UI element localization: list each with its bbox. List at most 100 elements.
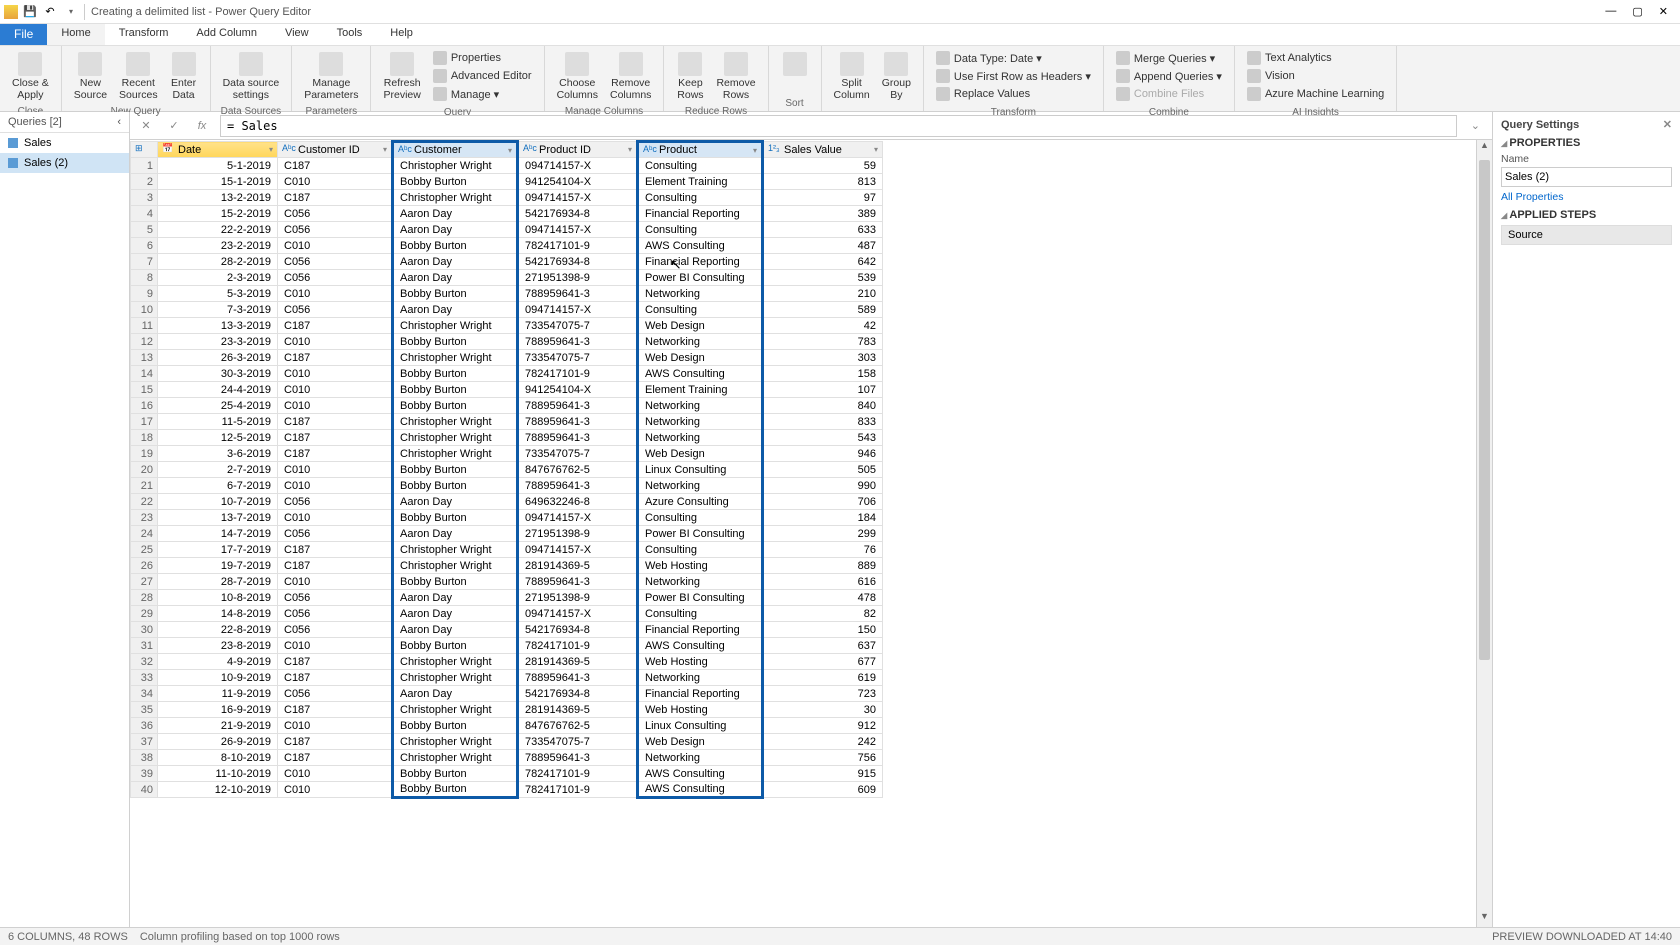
cell[interactable]: 788959641-3 [518,430,638,446]
cell[interactable]: Web Hosting [638,702,763,718]
cell[interactable]: Aaron Day [393,254,518,270]
cell[interactable]: Networking [638,750,763,766]
row-number[interactable]: 35 [131,702,158,718]
cell[interactable]: 782417101-9 [518,766,638,782]
ribbon-remove-button[interactable]: RemoveColumns [604,48,657,103]
cell[interactable]: 271951398-9 [518,590,638,606]
cell[interactable]: 813 [763,174,883,190]
cell[interactable]: 616 [763,574,883,590]
column-header-sales-value[interactable]: 1²₃Sales Value▾ [763,142,883,158]
cell[interactable]: 723 [763,686,883,702]
cell[interactable]: 756 [763,750,883,766]
row-number[interactable]: 37 [131,734,158,750]
close-window-button[interactable]: ✕ [1659,5,1668,18]
cell[interactable]: 478 [763,590,883,606]
column-header-product[interactable]: AᵇcProduct▾ [638,142,763,158]
cell[interactable]: 26-3-2019 [158,350,278,366]
file-tab[interactable]: File [0,24,47,45]
undo-icon[interactable]: ↶ [42,4,58,20]
cell[interactable]: 619 [763,670,883,686]
cell[interactable]: 542176934-8 [518,206,638,222]
cell[interactable]: 782417101-9 [518,638,638,654]
cell[interactable]: 299 [763,526,883,542]
cell[interactable]: 28-7-2019 [158,574,278,590]
cell[interactable]: 16-9-2019 [158,702,278,718]
cell[interactable]: Financial Reporting [638,206,763,222]
cell[interactable]: 13-2-2019 [158,190,278,206]
cell[interactable]: Financial Reporting [638,622,763,638]
cell[interactable]: Element Training [638,174,763,190]
ribbon-use-first-row-as-headers-button[interactable]: Use First Row as Headers ▾ [934,68,1093,84]
row-number[interactable]: 19 [131,446,158,462]
cell[interactable]: Web Design [638,318,763,334]
close-settings-icon[interactable]: ✕ [1663,118,1672,131]
cell[interactable]: 094714157-X [518,302,638,318]
cell[interactable]: Bobby Burton [393,782,518,798]
cell[interactable]: 788959641-3 [518,286,638,302]
ribbon-split-button[interactable]: SplitColumn [828,48,876,103]
cell[interactable]: Christopher Wright [393,558,518,574]
cell[interactable]: Networking [638,670,763,686]
cell[interactable]: 609 [763,782,883,798]
corner-cell[interactable]: ⊞ [131,142,158,158]
maximize-button[interactable]: ▢ [1632,5,1642,18]
cell[interactable]: Christopher Wright [393,446,518,462]
cell[interactable]: 4-9-2019 [158,654,278,670]
cell[interactable]: 23-3-2019 [158,334,278,350]
fx-icon[interactable]: fx [192,116,212,136]
cell[interactable]: 637 [763,638,883,654]
cell[interactable]: C056 [278,622,393,638]
cell[interactable]: C187 [278,734,393,750]
cell[interactable]: AWS Consulting [638,638,763,654]
cell[interactable]: 281914369-5 [518,654,638,670]
row-number[interactable]: 4 [131,206,158,222]
cell[interactable]: 788959641-3 [518,750,638,766]
cell[interactable]: C056 [278,494,393,510]
cell[interactable]: Bobby Burton [393,366,518,382]
cell[interactable]: 941254104-X [518,382,638,398]
cell[interactable]: 150 [763,622,883,638]
cell[interactable]: 21-9-2019 [158,718,278,734]
row-number[interactable]: 34 [131,686,158,702]
cell[interactable]: 59 [763,158,883,174]
cell[interactable]: Web Hosting [638,558,763,574]
cell[interactable]: 941254104-X [518,174,638,190]
column-header-customer[interactable]: AᵇcCustomer▾ [393,142,518,158]
cell[interactable]: 24-4-2019 [158,382,278,398]
filter-icon[interactable]: ▾ [269,145,273,154]
cell[interactable]: 12-10-2019 [158,782,278,798]
ribbon-close-apply-button[interactable]: Close &Apply [6,48,55,103]
cell[interactable]: 25-4-2019 [158,398,278,414]
cell[interactable]: 733547075-7 [518,318,638,334]
cell[interactable]: 915 [763,766,883,782]
qat-dropdown[interactable] [62,4,78,20]
cell[interactable]: Aaron Day [393,222,518,238]
cell[interactable]: C056 [278,606,393,622]
cell[interactable]: Aaron Day [393,494,518,510]
row-number[interactable]: 22 [131,494,158,510]
cell[interactable]: 15-1-2019 [158,174,278,190]
cell[interactable]: Web Design [638,446,763,462]
cell[interactable]: 782417101-9 [518,782,638,798]
cell[interactable]: 788959641-3 [518,334,638,350]
cell[interactable]: 783 [763,334,883,350]
cell[interactable]: 97 [763,190,883,206]
row-number[interactable]: 5 [131,222,158,238]
column-header-product-id[interactable]: AᵇcProduct ID▾ [518,142,638,158]
cell[interactable]: 10-9-2019 [158,670,278,686]
cell[interactable]: Christopher Wright [393,414,518,430]
cell[interactable]: Christopher Wright [393,350,518,366]
row-number[interactable]: 3 [131,190,158,206]
cell[interactable]: C010 [278,238,393,254]
cell[interactable]: 82 [763,606,883,622]
cell[interactable]: C187 [278,702,393,718]
cell[interactable]: 281914369-5 [518,702,638,718]
cell[interactable]: 2-3-2019 [158,270,278,286]
row-number[interactable]: 33 [131,670,158,686]
filter-icon[interactable]: ▾ [874,145,878,154]
cell[interactable]: C010 [278,462,393,478]
column-header-date[interactable]: 📅Date▾ [158,142,278,158]
cell[interactable]: C187 [278,414,393,430]
cell[interactable]: Web Design [638,734,763,750]
cell[interactable]: 76 [763,542,883,558]
